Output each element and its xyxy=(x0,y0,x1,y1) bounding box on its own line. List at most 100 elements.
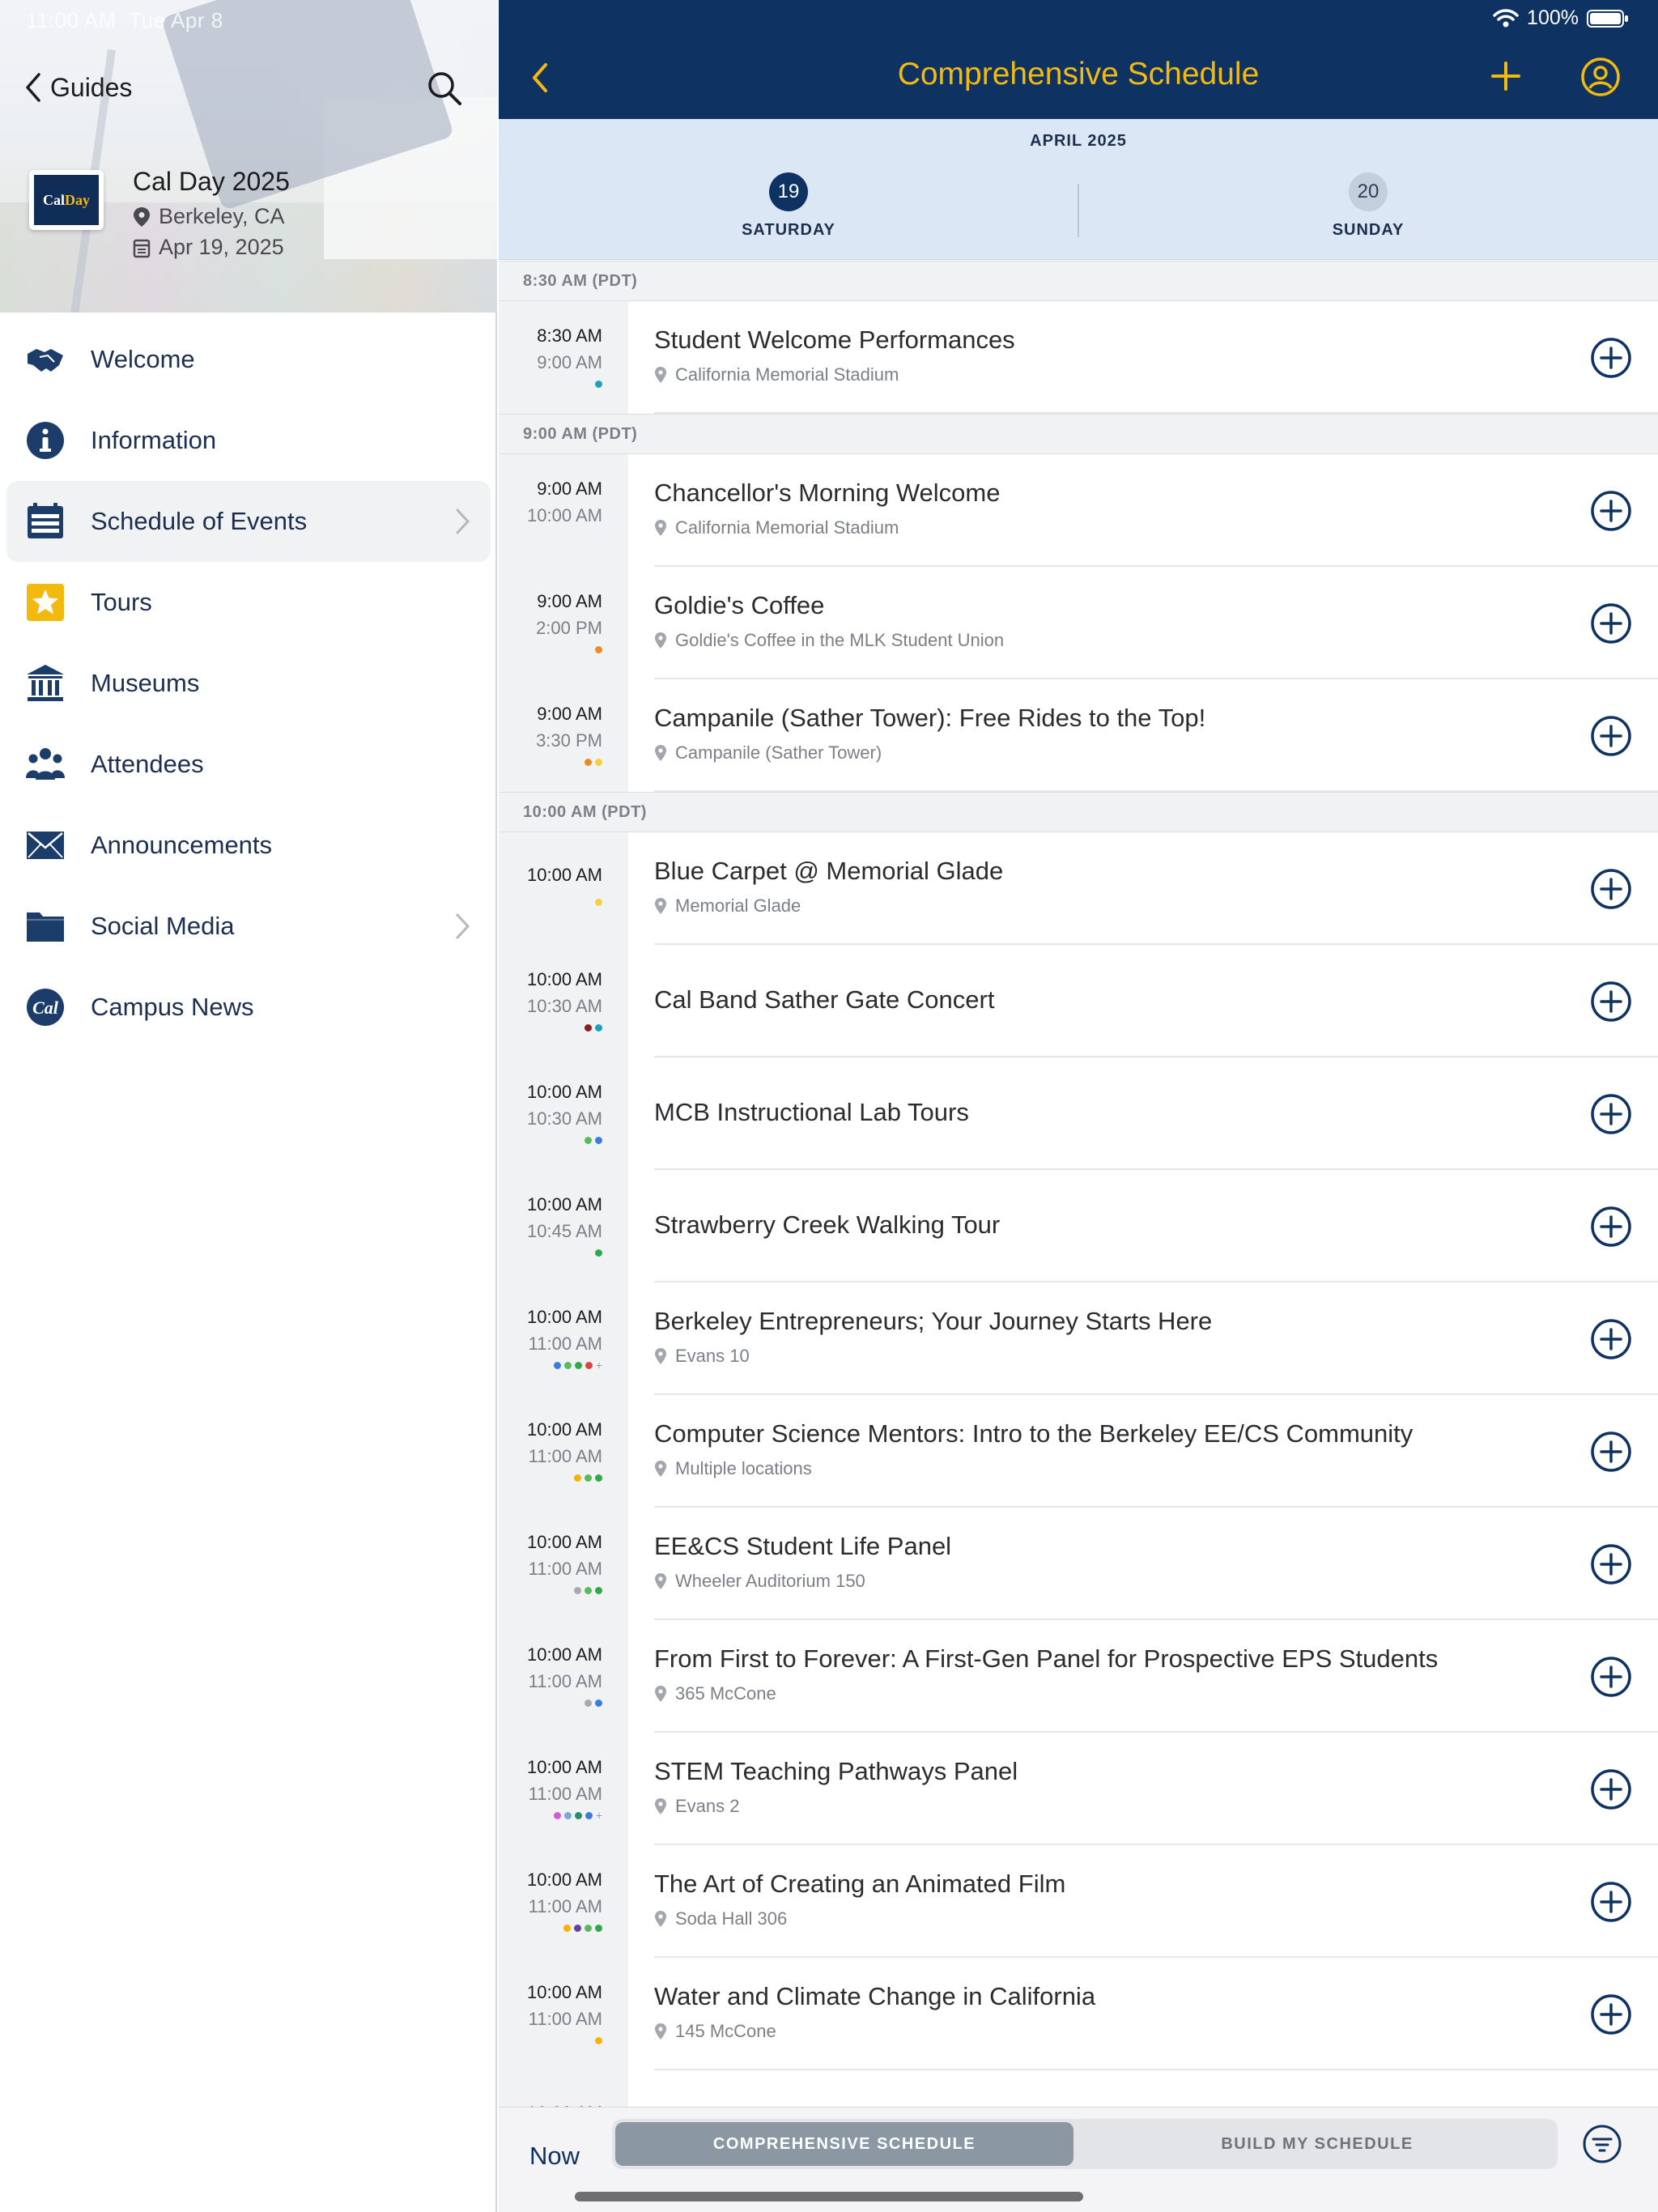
event-start-time: 10:00 AM xyxy=(527,1307,602,1327)
add-to-schedule-icon[interactable] xyxy=(1590,602,1632,644)
add-to-schedule-icon[interactable] xyxy=(1590,1656,1632,1698)
event-row[interactable]: 10:00 AM 11:00 AM The Art of Creating an A… xyxy=(499,1845,1658,1958)
event-row[interactable]: 10:00 AM 10:45 AM Strawberry Creek Walking… xyxy=(499,1170,1658,1283)
category-dot xyxy=(574,1925,581,1932)
event-row[interactable]: 10:00 AM 11:00 AM EE&CS Student Life Panel… xyxy=(499,1508,1658,1620)
add-to-schedule-icon[interactable] xyxy=(1590,981,1632,1023)
event-row[interactable]: 10:00 AM Blue Carpet @ Memorial Glade Memo… xyxy=(499,832,1658,945)
event-location: 365 McCone xyxy=(654,1683,776,1704)
event-row[interactable]: 10:00 AM GamesCrafters xyxy=(499,2070,1658,2107)
category-dot xyxy=(563,1812,572,1819)
event-row[interactable]: 10:00 AM 11:00 AM Computer Science Mentors… xyxy=(499,1395,1658,1508)
event-location: California Memorial Stadium xyxy=(654,517,899,538)
sidebar-item-museums[interactable]: Museums xyxy=(6,643,491,724)
sidebar-nav: Welcome Information Schedule of Events T… xyxy=(0,319,497,1048)
event-details: Blue Carpet @ Memorial Glade Memorial Gla… xyxy=(654,832,1658,945)
back-label: Guides xyxy=(50,72,133,102)
add-to-schedule-icon[interactable] xyxy=(1590,715,1632,757)
add-to-schedule-icon[interactable] xyxy=(1590,337,1632,379)
sidebar-item-attendees[interactable]: Attendees xyxy=(6,724,491,805)
category-dot xyxy=(595,899,602,906)
event-title: Computer Science Mentors: Intro to the B… xyxy=(654,1419,1414,1448)
event-start-time: 10:00 AM xyxy=(527,1870,602,1890)
tab-comprehensive-schedule[interactable]: COMPREHENSIVE SCHEDULE xyxy=(615,2122,1073,2166)
event-row[interactable]: 10:00 AM 10:30 AM Cal Band Sather Gate Con… xyxy=(499,945,1658,1057)
event-location: California Memorial Stadium xyxy=(654,364,899,385)
event-location: Memorial Glade xyxy=(654,895,801,917)
battery-percent: 100% xyxy=(1527,6,1579,29)
event-row[interactable]: 9:00 AM 2:00 PM Goldie's Coffee Goldie's Co… xyxy=(499,567,1658,679)
back-to-guides-button[interactable]: Guides xyxy=(23,71,132,104)
event-location-text: Soda Hall 306 xyxy=(675,1908,788,1929)
event-title: The Art of Creating an Animated Film xyxy=(654,1870,1066,1898)
event-title: Goldie's Coffee xyxy=(654,591,825,619)
event-end-time: 10:30 AM xyxy=(527,1108,602,1129)
add-to-schedule-icon[interactable] xyxy=(1590,1881,1632,1923)
event-title: Cal Day 2025 xyxy=(133,167,290,196)
event-location-text: Evans 10 xyxy=(675,1346,750,1366)
filter-icon[interactable] xyxy=(1582,2124,1622,2164)
category-dot xyxy=(595,1925,602,1932)
sidebar-item-label: Campus News xyxy=(91,993,254,1021)
event-location-text: Goldie's Coffee in the MLK Student Union xyxy=(675,630,1005,650)
event-row[interactable]: 10:00 AM 10:30 AM MCB Instructional Lab To… xyxy=(499,1057,1658,1170)
sidebar-item-announcements[interactable]: Announcements xyxy=(6,805,491,886)
schedule-mode-segmented-control: COMPREHENSIVE SCHEDULE BUILD MY SCHEDULE xyxy=(612,2119,1558,2169)
event-end-time: 10:00 AM xyxy=(527,505,602,525)
svg-text:Cal: Cal xyxy=(32,998,59,1018)
add-to-schedule-icon[interactable] xyxy=(1590,1543,1632,1585)
add-to-schedule-icon[interactable] xyxy=(1590,1318,1632,1360)
event-row[interactable]: 10:00 AM 11:00 AM + STEM Teaching Pathways … xyxy=(499,1733,1658,1845)
page-title: Comprehensive Schedule xyxy=(897,57,1260,91)
category-dot xyxy=(595,1137,602,1144)
add-to-schedule-icon[interactable] xyxy=(1590,490,1632,532)
add-to-schedule-icon[interactable] xyxy=(1590,868,1632,910)
category-dot xyxy=(595,1699,602,1707)
sidebar-item-social-media[interactable]: Social Media xyxy=(6,886,491,967)
event-time-column: 10:00 AM 11:00 AM + xyxy=(499,1283,628,1395)
user-profile-icon[interactable] xyxy=(1580,57,1621,97)
sidebar-item-campus-news[interactable]: Cal Campus News xyxy=(6,967,491,1048)
event-row[interactable]: 10:00 AM 11:00 AM + Berkeley Entrepreneurs;… xyxy=(499,1283,1658,1395)
event-row[interactable]: 9:00 AM 10:00 AM Chancellor's Morning Welc… xyxy=(499,454,1658,567)
add-icon[interactable] xyxy=(1488,58,1524,94)
cal-logo-icon: Cal xyxy=(24,986,66,1028)
add-to-schedule-icon[interactable] xyxy=(1590,1768,1632,1810)
bottom-toolbar: Now COMPREHENSIVE SCHEDULE BUILD MY SCHE… xyxy=(499,2107,1658,2212)
category-dot xyxy=(585,1925,592,1932)
logo-text-cal: Cal xyxy=(43,191,65,208)
event-title: Blue Carpet @ Memorial Glade xyxy=(654,857,1004,885)
now-button[interactable]: Now xyxy=(529,2142,580,2171)
event-row[interactable]: 10:00 AM 11:00 AM From First to Forever: A… xyxy=(499,1620,1658,1733)
battery-icon xyxy=(1587,9,1628,28)
schedule-list[interactable]: 8:30 AM (PDT) 8:30 AM 9:00 AM Student Welco… xyxy=(499,261,1658,2107)
tab-build-my-schedule[interactable]: BUILD MY SCHEDULE xyxy=(1080,2122,1554,2166)
home-indicator xyxy=(575,2192,1083,2201)
map-pin-icon xyxy=(655,632,666,649)
event-location: Campanile (Sather Tower) xyxy=(654,742,882,764)
event-title: Strawberry Creek Walking Tour xyxy=(654,1210,1001,1239)
add-to-schedule-icon[interactable] xyxy=(1590,1431,1632,1473)
map-pin-icon xyxy=(655,1573,666,1589)
event-row[interactable]: 10:00 AM 11:00 AM Water and Climate Change… xyxy=(499,1958,1658,2070)
sidebar-item-label: Social Media xyxy=(91,912,235,940)
event-row[interactable]: 8:30 AM 9:00 AM Student Welcome Performanc… xyxy=(499,301,1658,414)
add-to-schedule-icon[interactable] xyxy=(1590,1206,1632,1248)
handshake-icon xyxy=(24,338,66,381)
event-time-column: 10:00 AM 10:30 AM xyxy=(499,1057,628,1170)
add-to-schedule-icon[interactable] xyxy=(1590,1093,1632,1135)
day-tab-saturday[interactable]: 19 SATURDAY xyxy=(667,172,910,240)
search-icon[interactable] xyxy=(426,70,463,107)
day-tab-sunday[interactable]: 20 SUNDAY xyxy=(1247,172,1490,240)
category-dots: + xyxy=(553,1359,602,1371)
category-dot xyxy=(563,1925,571,1932)
event-row[interactable]: 9:00 AM 3:30 PM Campanile (Sather Tower): … xyxy=(499,679,1658,792)
time-section-header: 10:00 AM (PDT) xyxy=(499,792,1658,832)
sidebar-item-information[interactable]: Information xyxy=(6,400,491,481)
add-to-schedule-icon[interactable] xyxy=(1590,1993,1632,2035)
sidebar-item-schedule-of-events[interactable]: Schedule of Events xyxy=(6,481,491,562)
event-start-time: 10:00 AM xyxy=(527,1419,602,1440)
sidebar-item-welcome[interactable]: Welcome xyxy=(6,319,491,400)
chevron-left-icon xyxy=(26,73,40,102)
sidebar-item-tours[interactable]: Tours xyxy=(6,562,491,643)
